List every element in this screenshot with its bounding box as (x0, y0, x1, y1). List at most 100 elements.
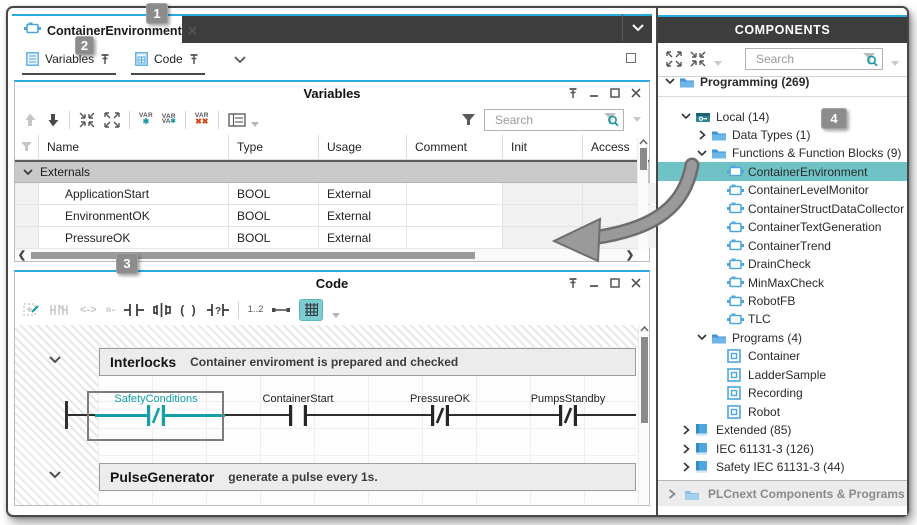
tree-item-functions-function-blocks-9[interactable]: Functions & Function Blocks (9) (658, 144, 907, 163)
tree-item-minmaxcheck[interactable]: MinMaxCheck (658, 273, 907, 292)
cell-type[interactable]: BOOL (229, 227, 319, 248)
pin-icon[interactable] (100, 53, 110, 65)
expanded-chevron-icon[interactable] (696, 150, 708, 157)
code-canvas[interactable]: Interlocks Container enviroment is prepa… (15, 325, 649, 505)
column-comment[interactable]: Comment (407, 135, 503, 159)
column-init[interactable]: Init (503, 135, 583, 159)
cell-type[interactable]: BOOL (229, 183, 319, 204)
subtab-code[interactable]: Code (135, 46, 199, 72)
zoom-level-label[interactable]: 1..2 (248, 304, 264, 315)
code-vscroll[interactable] (638, 325, 649, 505)
variables-vscroll[interactable] (637, 138, 648, 251)
minimize-icon[interactable] (589, 88, 599, 98)
table-row[interactable]: EnvironmentOKBOOLExternal (15, 205, 649, 227)
collapse-all-icon[interactable] (79, 112, 95, 128)
hscroll-thumb[interactable] (31, 252, 475, 259)
dropdown-chevron-icon[interactable] (251, 122, 259, 127)
cell-comment[interactable] (407, 205, 503, 226)
maximize-icon[interactable] (610, 278, 620, 288)
tab-close-icon[interactable] (188, 22, 197, 40)
section-expanded-chevron-icon[interactable] (49, 471, 61, 479)
maximize-icon[interactable] (610, 88, 620, 98)
contact-icon[interactable] (285, 404, 311, 432)
fit-width-icon[interactable] (272, 306, 290, 314)
section-pulsegenerator-header[interactable]: PulseGenerator generate a pulse every 1s… (99, 463, 636, 491)
table-row[interactable]: ApplicationStartBOOLExternal (15, 183, 649, 205)
cell-c0[interactable] (15, 227, 39, 248)
tree-item-recording[interactable]: Recording (658, 384, 907, 403)
cell-name[interactable]: PressureOK (39, 227, 229, 248)
pin-icon[interactable] (189, 53, 199, 65)
cell-usage[interactable]: External (319, 227, 407, 248)
tree-item-containerenvironment[interactable]: ContainerEnvironment (658, 162, 907, 181)
expanded-chevron-icon[interactable] (664, 78, 676, 85)
filter-column-header[interactable] (15, 135, 39, 159)
cell-name[interactable]: EnvironmentOK (39, 205, 229, 226)
duplicate-variable-icon[interactable]: VARVA✱ (162, 114, 176, 126)
tree-item-programs-4[interactable]: Programs (4) (658, 328, 907, 347)
insert-coil-icon[interactable]: ( ) (180, 303, 197, 317)
cell-usage[interactable]: External (319, 183, 407, 204)
insert-branch-icon[interactable] (153, 302, 171, 318)
negated-contact-icon[interactable] (555, 404, 581, 432)
tree-item-robotfb[interactable]: RobotFB (658, 292, 907, 311)
jump-icon[interactable]: »- (106, 304, 116, 316)
collapsed-chevron-icon[interactable] (696, 130, 708, 140)
move-up-icon[interactable] (23, 112, 37, 128)
cell-init[interactable] (503, 227, 583, 248)
tree-item-data-types-1[interactable]: Data Types (1) (658, 125, 907, 144)
expand-all-icon[interactable] (666, 51, 682, 67)
tree-item-tlc[interactable]: TLC (658, 310, 907, 329)
insert-contact-icon[interactable] (124, 302, 144, 318)
pin-icon[interactable] (568, 87, 578, 99)
collapsed-chevron-icon[interactable] (680, 462, 692, 472)
tree-item-robot[interactable]: Robot (658, 402, 907, 421)
tree-item-containertrend[interactable]: ContainerTrend (658, 236, 907, 255)
cell-init[interactable] (503, 205, 583, 226)
table-row[interactable]: PressureOKBOOLExternal (15, 227, 649, 249)
insert-compare-icon[interactable]: ? (207, 302, 229, 318)
tree-item-laddersample[interactable]: LadderSample (658, 365, 907, 384)
expanded-chevron-icon[interactable] (696, 334, 708, 341)
scroll-left-icon[interactable]: ❮ (15, 250, 29, 261)
variables-table-header[interactable]: Name Type Usage Comment Init Access (15, 135, 649, 160)
delete-variable-icon[interactable]: VAR✖✖ (195, 113, 209, 127)
move-down-icon[interactable] (46, 112, 60, 128)
plcnext-components-section[interactable]: PLCnext Components & Programs (658, 480, 907, 506)
close-icon[interactable] (631, 88, 641, 98)
column-type[interactable]: Type (229, 135, 319, 159)
column-name[interactable]: Name (39, 135, 229, 159)
tree-item-containerstructdatacollector[interactable]: ContainerStructDataCollector (658, 199, 907, 218)
horizontal-scrollbar[interactable]: ❮ ❯ (15, 248, 637, 261)
network-elements-icon[interactable] (49, 304, 71, 316)
cell-usage[interactable]: External (319, 205, 407, 226)
negated-contact-icon[interactable] (143, 404, 169, 432)
more-subtabs-chevron-icon[interactable] (234, 56, 246, 64)
tree-item-container[interactable]: Container (658, 347, 907, 366)
swap-icon[interactable]: <-> (80, 304, 97, 316)
grid-toggle-button[interactable] (299, 299, 323, 321)
cell-comment[interactable] (407, 183, 503, 204)
expanded-chevron-icon[interactable] (680, 113, 692, 120)
column-usage[interactable]: Usage (319, 135, 407, 159)
group-row-externals[interactable]: Externals (15, 162, 649, 183)
dropdown-chevron-icon[interactable] (891, 61, 899, 66)
add-variable-icon[interactable]: VAR✱ (139, 113, 153, 127)
variables-search-input[interactable] (493, 112, 602, 128)
restore-pane-icon[interactable] (626, 53, 636, 63)
tree-item-extended-85[interactable]: Extended (85) (658, 421, 907, 440)
collapsed-chevron-icon[interactable] (680, 444, 692, 454)
vscroll-thumb[interactable] (641, 337, 648, 423)
dropdown-chevron-icon[interactable] (714, 61, 722, 66)
tree-item-draincheck[interactable]: DrainCheck (658, 255, 907, 274)
cell-c0[interactable] (15, 205, 39, 226)
cell-init[interactable] (503, 183, 583, 204)
expand-all-icon[interactable] (104, 112, 120, 128)
tab-list-chevron-icon[interactable] (622, 14, 652, 41)
vscroll-thumb[interactable] (640, 148, 647, 170)
filter-icon[interactable] (462, 114, 475, 126)
collapsed-chevron-icon[interactable] (668, 489, 676, 499)
tree-item-containertextgeneration[interactable]: ContainerTextGeneration (658, 218, 907, 237)
dropdown-chevron-icon[interactable] (332, 313, 340, 318)
tree-item-local-14[interactable]: Local (14) (658, 107, 907, 126)
